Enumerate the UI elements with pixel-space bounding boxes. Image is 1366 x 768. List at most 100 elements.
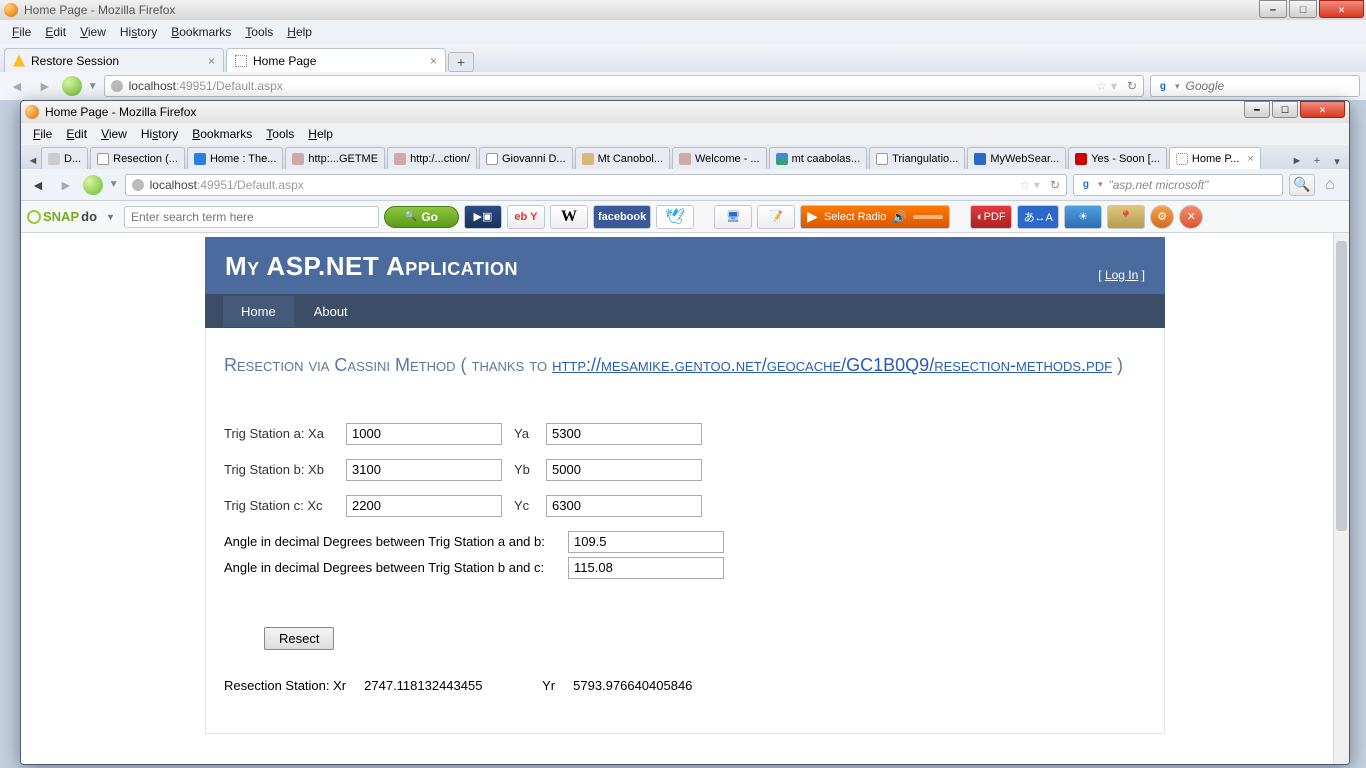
menu-help[interactable]: Help [281,23,318,41]
scroll-tabs-left[interactable]: ◄ [25,153,41,169]
menu-bookmarks[interactable]: Bookmarks [186,125,258,143]
input-yb[interactable] [546,459,702,481]
input-yc[interactable] [546,495,702,517]
resect-button[interactable]: Resect [264,627,334,650]
login-link[interactable]: Log In [1105,268,1138,282]
tab-item[interactable]: D... [41,147,88,169]
radio-widget[interactable]: ▶ Select Radio 🔊 [800,205,950,229]
back-button[interactable]: ◄ [27,177,49,193]
tab-strip: Restore Session × Home Page × + [0,44,1366,72]
tab-item[interactable]: mt caabolas... [769,147,867,169]
snapdo-go-button[interactable]: Go [384,206,459,228]
snapdo-logo[interactable]: SNAPdo [27,209,97,224]
input-xc[interactable] [346,495,502,517]
pdf-icon[interactable]: ◐PDF [970,205,1012,229]
close-button[interactable]: ✕ [1319,0,1364,18]
map-icon[interactable]: 📍 [1107,205,1145,229]
reload-icon[interactable]: ↻ [1127,79,1137,93]
favicon [1075,153,1087,165]
facebook-icon[interactable]: facebook [593,205,651,229]
tab-item[interactable]: Yes - Soon [... [1068,147,1167,169]
maximize-button[interactable]: ☐ [1289,0,1317,18]
search-bar[interactable]: g ▾ [1073,174,1283,196]
toolbar-icon[interactable]: ⚙ [1150,205,1174,229]
forward-button[interactable]: ► [55,177,77,193]
tab-item[interactable]: Mt Canobol... [575,147,670,169]
minimize-button[interactable]: ━ [1244,101,1270,118]
label-xc: Trig Station c: Xc [224,498,334,513]
search-bar[interactable]: g ▾ [1150,75,1360,97]
url-bar[interactable]: localhost:49951/Default.aspx ☆ ▾ ↻ [125,174,1067,196]
menu-view[interactable]: View [95,125,133,143]
close-tab-icon[interactable]: × [208,54,215,68]
menu-tools[interactable]: Tools [239,23,279,41]
twitter-icon[interactable]: 🕊 [656,205,694,229]
input-ya[interactable] [546,423,702,445]
input-angle-ab[interactable] [568,531,724,553]
input-xa[interactable] [346,423,502,445]
tabs-menu-button[interactable]: ▾ [1329,153,1345,169]
address-bar-row: ◄ ► ▼ localhost:49951/Default.aspx ☆ ▾ ↻… [0,72,1366,100]
tab-home-page[interactable]: Home Page × [226,48,446,72]
weather-icon[interactable]: ☀ [1064,205,1102,229]
new-tab-button[interactable]: + [448,52,474,72]
star-icon[interactable]: ☆ [1019,178,1030,192]
close-tab-icon[interactable]: × [430,54,437,68]
back-button[interactable]: ◄ [6,78,28,94]
menu-file[interactable]: File [27,125,58,143]
scrollbar-thumb[interactable] [1336,241,1347,531]
search-input[interactable] [1186,79,1354,93]
home-icon[interactable] [62,76,82,96]
maximize-button[interactable]: ☐ [1272,101,1298,118]
nav-about[interactable]: About [296,296,366,327]
input-xb[interactable] [346,459,502,481]
menu-history[interactable]: History [114,23,163,41]
menu-help[interactable]: Help [302,125,339,143]
tab-item[interactable]: Welcome - ... [672,147,767,169]
menu-tools[interactable]: Tools [260,125,300,143]
star-icon[interactable]: ☆ [1096,79,1107,93]
search-input[interactable] [1109,178,1277,192]
menu-edit[interactable]: Edit [60,125,93,143]
menu-bookmarks[interactable]: Bookmarks [165,23,237,41]
forward-button[interactable]: ► [34,78,56,94]
close-tab-icon[interactable]: × [1247,153,1253,165]
tab-item[interactable]: MyWebSear... [967,147,1066,169]
screen-icon[interactable]: 🖥 [714,205,752,229]
dropdown-icon[interactable]: ▼ [109,179,119,190]
tab-item[interactable]: Triangulatio... [869,147,965,169]
scrollbar[interactable] [1333,233,1349,764]
close-button[interactable]: ✕ [1300,101,1345,118]
tab-item[interactable]: Giovanni D... [479,147,573,169]
menu-edit[interactable]: Edit [39,23,72,41]
tab-item[interactable]: Resection (... [90,147,185,169]
wikipedia-icon[interactable]: W [550,205,588,229]
snapdo-menu-icon[interactable]: ▼ [106,212,115,222]
search-button[interactable]: 🔍 [1289,174,1315,196]
menu-file[interactable]: File [6,23,37,41]
reload-icon[interactable]: ↻ [1050,178,1060,192]
minimize-button[interactable]: ━ [1259,0,1287,18]
menu-history[interactable]: History [135,125,184,143]
nav-home[interactable]: Home [223,296,294,327]
url-bar[interactable]: localhost:49951/Default.aspx ☆ ▾ ↻ [104,75,1144,97]
tab-restore-session[interactable]: Restore Session × [4,48,224,72]
menu-view[interactable]: View [74,23,112,41]
new-tab-button[interactable]: + [1309,153,1325,169]
tab-item[interactable]: Home : The... [187,147,283,169]
translate-icon[interactable]: あ↔A [1017,205,1059,229]
dropdown-icon[interactable]: ▼ [88,81,98,92]
toolbar-close-icon[interactable]: ✕ [1179,205,1203,229]
video-icon[interactable]: ▶▣ [464,205,502,229]
tab-item[interactable]: http:...GETME [285,147,385,169]
ebay-icon[interactable]: eb Y [507,205,545,229]
home-icon[interactable] [83,175,103,195]
scroll-tabs-right[interactable]: ► [1289,153,1305,169]
tab-item[interactable]: Home P...× [1169,147,1261,169]
snapdo-search-input[interactable] [124,206,379,228]
note-icon[interactable]: 📝 [757,205,795,229]
tab-item[interactable]: http:/...ction/ [387,147,477,169]
reference-link[interactable]: http://mesamike.gentoo.net/geocache/GC1B… [552,355,1112,375]
home-button-icon[interactable]: ⌂ [1325,176,1343,194]
input-angle-bc[interactable] [568,557,724,579]
